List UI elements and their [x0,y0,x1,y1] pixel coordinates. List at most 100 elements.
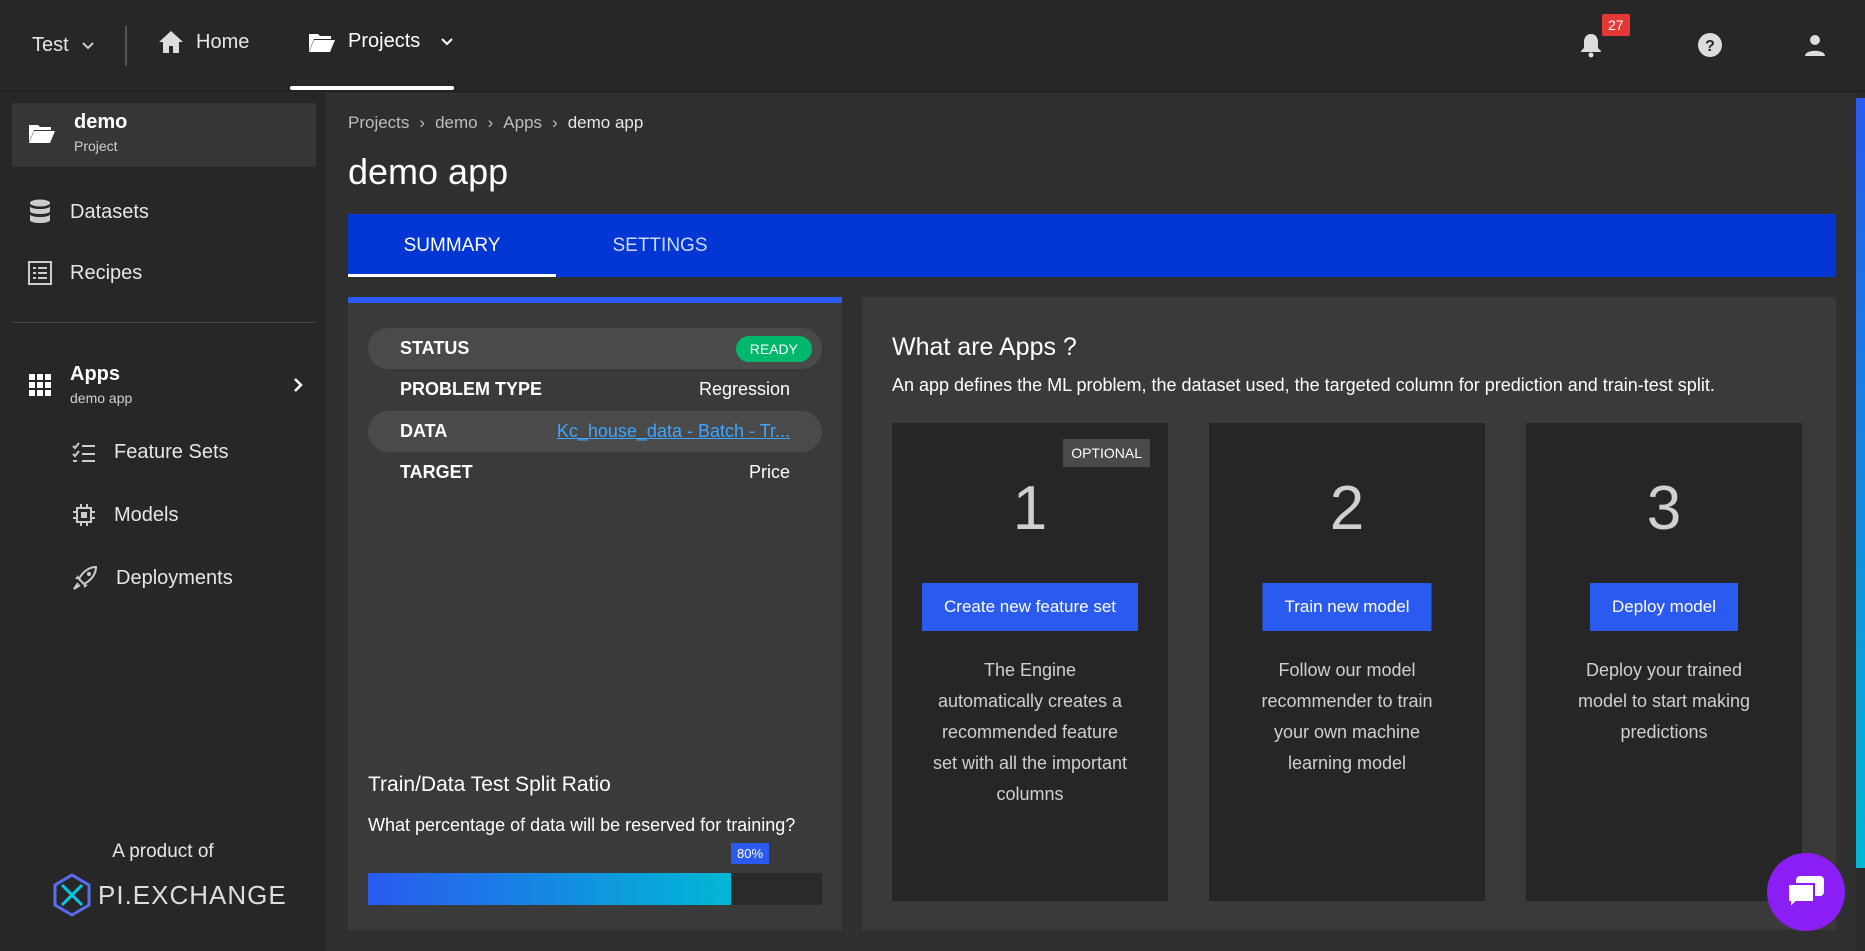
split-title: Train/Data Test Split Ratio [368,773,611,796]
nav-home-label: Home [196,30,250,53]
step-number: 3 [1646,474,1682,543]
sidebar-divider [12,322,316,323]
step-card-1: OPTIONAL 1 Create new feature set The En… [892,423,1168,901]
user-icon [1805,35,1825,56]
sidebar-apps-text: Apps demo app [70,363,274,406]
status-row: STATUS READY [368,328,822,369]
nav-home[interactable]: Home [158,30,249,54]
tab-summary-label: SUMMARY [403,234,501,256]
sidebar-item-label: Deployments [116,566,233,589]
scrollbar[interactable] [1856,93,1865,951]
product-of-text: A product of [112,841,214,862]
chip-icon [73,504,95,526]
target-label: TARGET [400,462,473,482]
divider [125,26,127,66]
breadcrumb-projects[interactable]: Projects [348,113,409,133]
chevron-down-icon [81,41,94,49]
dataset-link[interactable]: Kc_house_data - Batch - Tr... [557,421,790,442]
folder-open-icon [29,124,55,143]
status-label: STATUS [400,338,470,358]
workspace-label: Test [32,34,69,56]
main-content: Projects › demo › Apps › demo app demo a… [326,93,1856,951]
sidebar-item-models[interactable]: Models [72,503,178,527]
chevron-down-icon[interactable] [440,35,454,49]
tab-settings-label: SETTINGS [612,234,708,256]
chevron-right-icon [294,377,303,392]
breadcrumb-separator: › [419,113,426,132]
home-icon [159,31,183,53]
nav-projects-label: Projects [348,30,421,52]
problem-type-row: PROBLEM TYPE Regression [368,369,822,410]
create-feature-set-button[interactable]: Create new feature set [922,583,1138,631]
list-icon [28,261,52,285]
sidebar-item-label: Feature Sets [114,441,229,463]
split-value-label: 80% [731,843,770,864]
sidebar-item-datasets[interactable]: Datasets [28,199,149,225]
sidebar-item-label: Models [114,503,179,526]
split-slider-fill [368,873,731,905]
sidebar-project-text: demo Project [74,111,127,154]
chat-button[interactable] [1767,853,1845,931]
scrollbar-thumb[interactable] [1856,98,1865,868]
sidebar-item-recipes[interactable]: Recipes [28,261,142,285]
target-row: TARGET Price [368,452,822,493]
split-question: What percentage of data will be reserved… [368,815,796,835]
step-description: Follow our model recommender to train yo… [1261,660,1433,773]
bell-icon [1581,34,1601,58]
step-description: Deploy your trained model to start makin… [1577,660,1751,742]
apps-info-panel: What are Apps ? An app defines the ML pr… [862,297,1836,930]
problem-type-value: Regression [698,379,790,399]
step-card-3: 3 Deploy model Deploy your trained model… [1526,423,1802,901]
optional-tag: OPTIONAL [1063,439,1150,467]
deploy-model-button[interactable]: Deploy model [1590,583,1738,631]
target-value: Price [748,462,790,482]
sidebar-item-apps[interactable]: Apps demo app [28,363,304,406]
page-title: demo app [348,151,509,192]
apps-info-description: An app defines the ML problem, the datas… [892,375,1715,395]
breadcrumb-apps[interactable]: Apps [503,113,542,133]
breadcrumb-separator: › [487,113,494,132]
notification-badge: 27 [1602,14,1630,36]
pi-exchange-logo: PI.EXCHANGE [52,873,287,917]
tab-settings[interactable]: SETTINGS [556,214,764,277]
breadcrumb-separator: › [552,113,558,132]
nav-projects[interactable]: Projects [308,30,454,53]
sidebar-item-label: Apps [70,363,120,385]
data-row: DATA Kc_house_data - Batch - Tr... [368,411,822,452]
breadcrumb-current: demo app [567,113,644,132]
apps-grid-icon [29,373,51,396]
database-icon [30,199,50,223]
sidebar-item-feature-sets[interactable]: Feature Sets [72,441,229,464]
help-icon: ? [1698,33,1722,57]
rocket-icon [73,565,98,590]
summary-panel: STATUS READY PROBLEM TYPE Regression DAT… [348,297,842,930]
train-model-button[interactable]: Train new model [1262,583,1432,631]
breadcrumb: Projects › demo › Apps › demo app [348,113,643,133]
folder-open-icon [309,33,335,52]
sidebar-project[interactable]: demo Project [12,103,316,167]
checklist-icon [72,441,95,462]
active-nav-indicator [290,86,454,90]
step-description: The Engine automatically creates a recom… [932,660,1128,804]
data-label: DATA [400,421,448,441]
sidebar-item-label: Datasets [70,200,149,223]
split-slider[interactable] [368,873,822,905]
tab-summary[interactable]: SUMMARY [348,214,556,277]
help-button[interactable]: ? [1695,30,1725,60]
active-tab-indicator [348,274,556,277]
sidebar-project-row: demo Project [28,111,127,154]
logo-text: PI.EXCHANGE [98,879,287,910]
tab-bar: SUMMARY SETTINGS [348,214,1836,277]
step-number: 2 [1329,474,1365,543]
breadcrumb-demo[interactable]: demo [435,113,478,133]
account-button[interactable] [1800,30,1830,60]
step-number: 1 [1012,474,1048,543]
svg-text:?: ? [1705,38,1715,55]
step-card-2: 2 Train new model Follow our model recom… [1209,423,1485,901]
workspace-selector[interactable]: Test [32,34,95,57]
sidebar: demo Project Datasets Recipes Apps demo … [0,93,326,951]
sidebar-item-deployments[interactable]: Deployments [72,565,233,591]
project-sub: Project [74,138,118,154]
pi-exchange-logo-mark [53,873,91,917]
apps-sub: demo app [70,390,133,406]
